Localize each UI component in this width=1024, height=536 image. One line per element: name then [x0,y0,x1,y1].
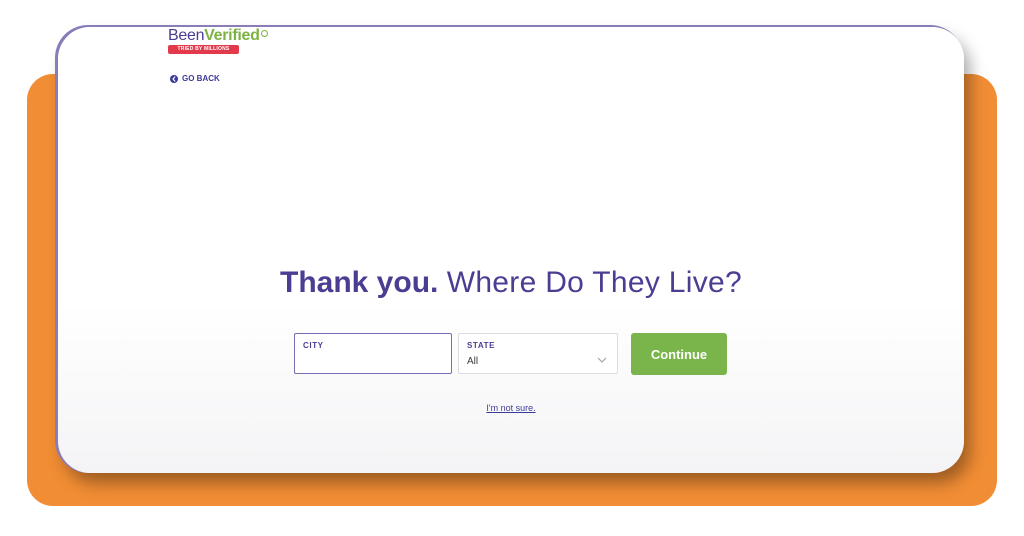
go-back-link[interactable]: GO BACK [170,74,220,83]
headline-thank-you: Thank you. [280,266,439,299]
page-headline: Thank you. Where Do They Live? [58,268,964,298]
browser-card: BeenVerified TRIED BY MILLIONS GO BACK T… [58,27,964,473]
headline-question: Where Do They Live? [446,266,742,299]
logo-wordmark: BeenVerified [168,27,268,44]
logo-text-been: Been [168,27,205,44]
chevron-left-circle-icon [170,74,178,83]
city-input[interactable]: CITY [294,333,452,374]
state-label: STATE [467,341,496,350]
beenverified-logo[interactable]: BeenVerified TRIED BY MILLIONS [168,28,268,54]
registered-mark-icon [260,30,268,37]
state-selected-value: All [467,356,479,367]
city-label: CITY [303,341,324,350]
not-sure-link[interactable]: I'm not sure. [58,403,964,413]
state-select[interactable]: STATE All [458,333,618,374]
chevron-down-icon [597,350,607,368]
continue-button[interactable]: Continue [631,333,727,375]
logo-text-verified: Verified [204,27,260,44]
logo-tagline: TRIED BY MILLIONS [168,45,239,54]
go-back-label: GO BACK [182,74,220,83]
